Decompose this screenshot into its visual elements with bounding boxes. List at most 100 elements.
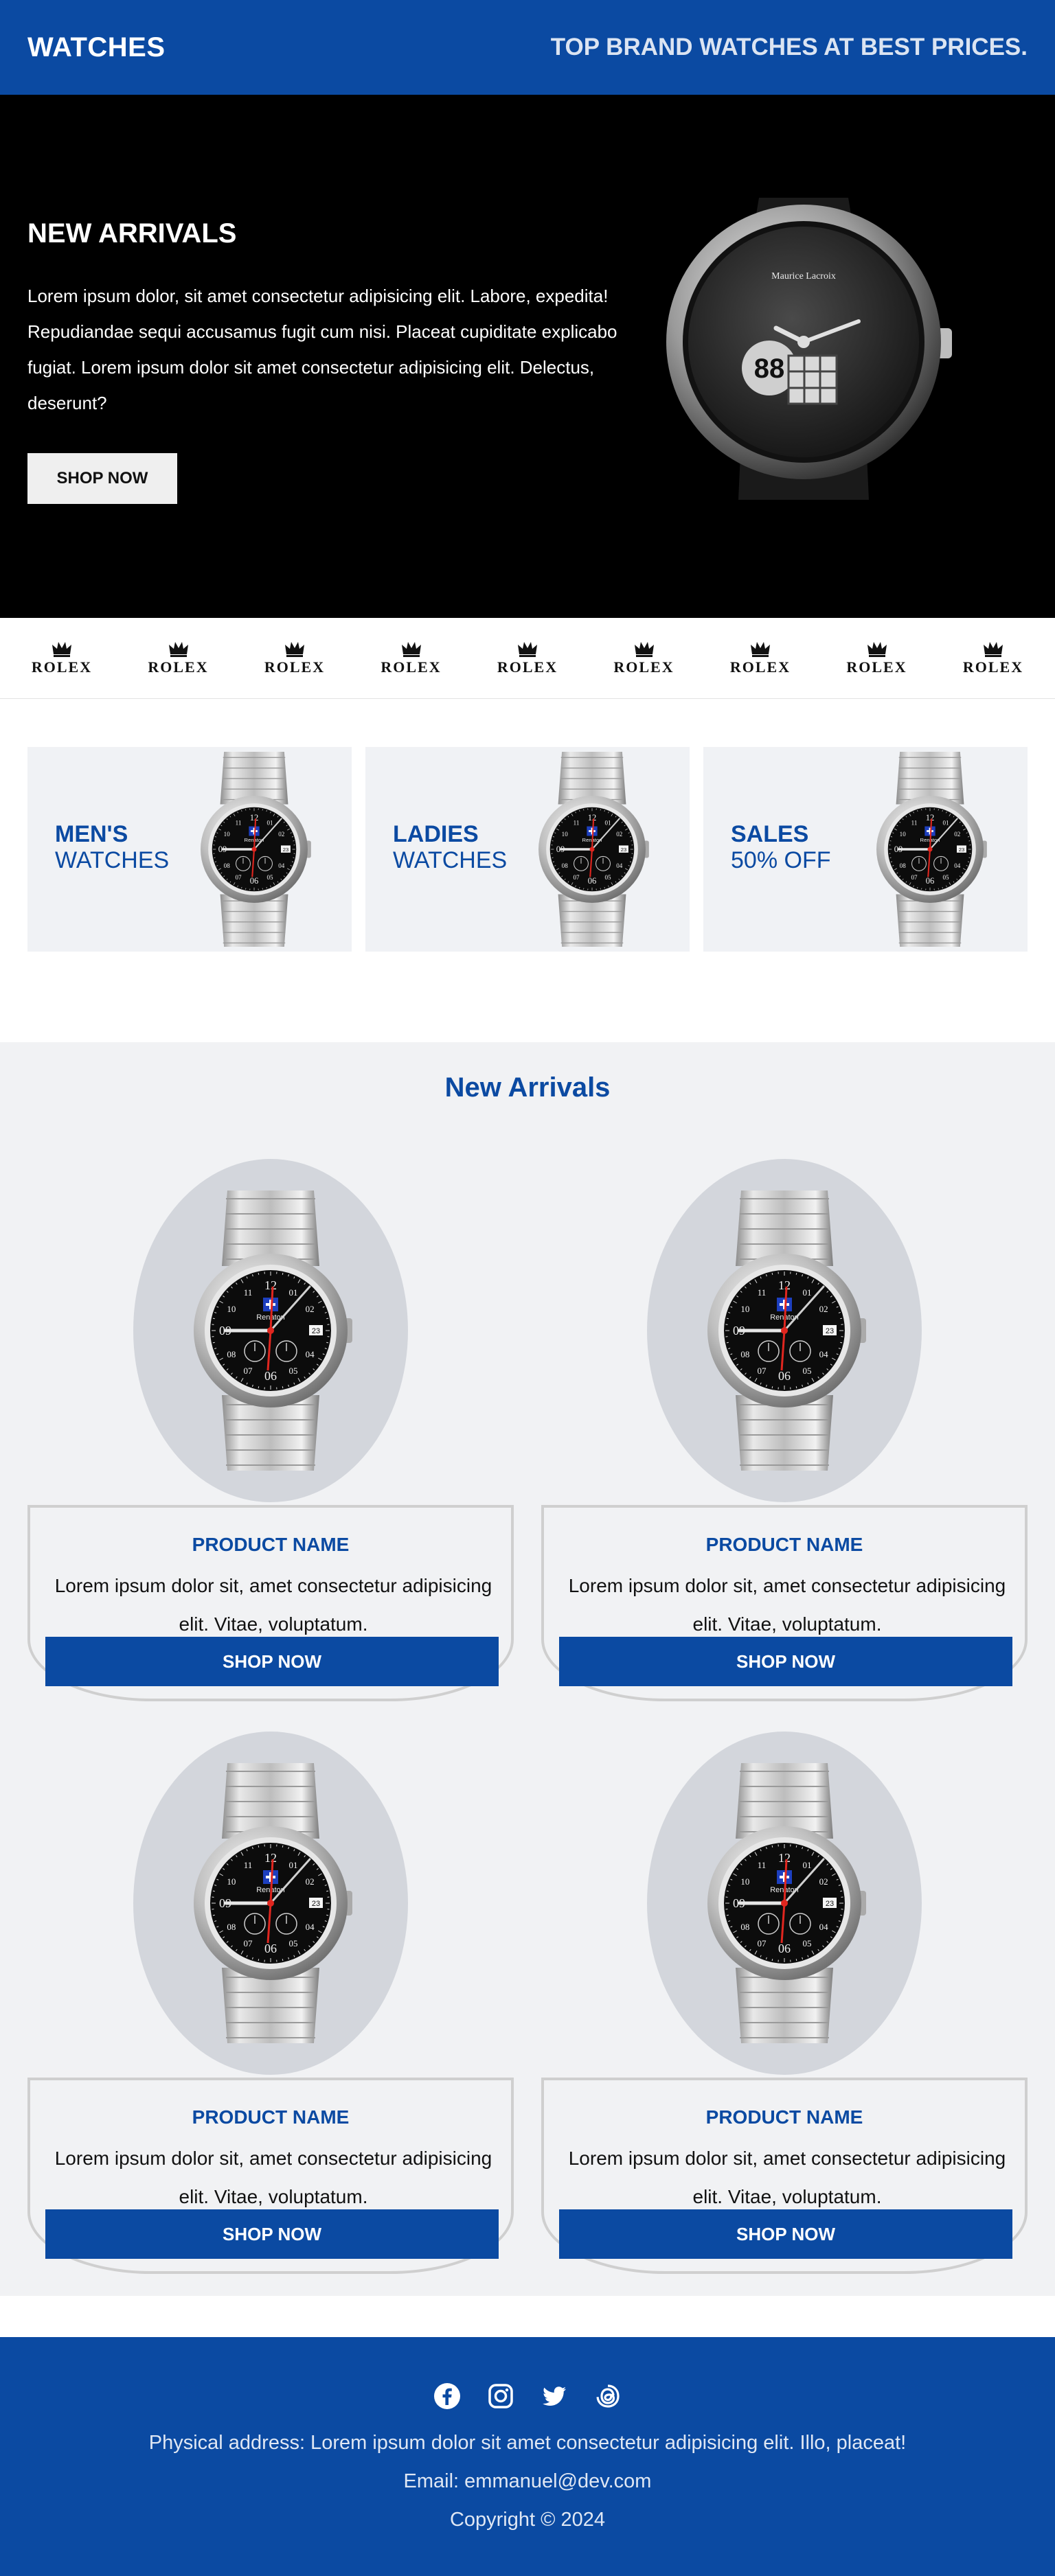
footer-address: Physical address: Lorem ipsum dolor sit … bbox=[148, 2432, 907, 2454]
category-card-ladies[interactable]: LADIES WATCHES 120102040506070809101123R… bbox=[365, 747, 690, 952]
brand-name: ROLEX bbox=[613, 658, 674, 676]
site-logo[interactable]: WATCHES bbox=[27, 32, 166, 63]
top-header: WATCHES TOP BRAND WATCHES AT BEST PRICES… bbox=[0, 0, 1055, 95]
header-tagline: TOP BRAND WATCHES AT BEST PRICES. bbox=[550, 34, 1028, 60]
svg-text:05: 05 bbox=[266, 874, 273, 881]
crown-icon bbox=[401, 641, 421, 657]
category-title-line1: SALES bbox=[731, 821, 809, 847]
svg-text:11: 11 bbox=[574, 819, 580, 826]
svg-text:01: 01 bbox=[604, 819, 611, 826]
svg-text:06: 06 bbox=[778, 1942, 791, 1955]
svg-text:04: 04 bbox=[819, 1922, 829, 1932]
hero-description: Lorem ipsum dolor, sit amet consectetur … bbox=[27, 286, 617, 413]
product-card: 120102040506070809101123Renaton PRODUCT … bbox=[27, 1732, 514, 2274]
product-name[interactable]: PRODUCT NAME bbox=[544, 1534, 1025, 1556]
product-description: Lorem ipsum dolor sit, amet consectetur … bbox=[568, 2148, 1006, 2207]
svg-text:05: 05 bbox=[803, 1366, 812, 1376]
product-image[interactable]: 120102040506070809101123Renaton bbox=[185, 1756, 356, 2050]
product-name[interactable]: PRODUCT NAME bbox=[544, 2106, 1025, 2128]
threads-icon[interactable] bbox=[594, 2382, 622, 2410]
facebook-icon[interactable] bbox=[433, 2382, 461, 2410]
svg-text:06: 06 bbox=[264, 1942, 277, 1955]
svg-text:01: 01 bbox=[266, 819, 273, 826]
product-description: Lorem ipsum dolor sit, amet consectetur … bbox=[54, 1575, 492, 1635]
svg-text:06: 06 bbox=[250, 876, 259, 886]
crown-icon bbox=[518, 641, 537, 657]
shop-now-button[interactable]: SHOP NOW bbox=[45, 2209, 499, 2259]
svg-text:05: 05 bbox=[289, 1938, 298, 1948]
category-card-mens[interactable]: MEN'S WATCHES 120102040506070809101123Re… bbox=[27, 747, 352, 952]
svg-text:01: 01 bbox=[289, 1287, 298, 1298]
svg-text:23: 23 bbox=[959, 847, 965, 853]
shop-now-button[interactable]: SHOP NOW bbox=[45, 1637, 499, 1686]
svg-text:02: 02 bbox=[306, 1304, 315, 1314]
crown-icon bbox=[867, 641, 887, 657]
site-footer: Physical address: Lorem ipsum dolor sit … bbox=[0, 2337, 1055, 2576]
hero-text: NEW ARRIVALS Lorem ipsum dolor, sit amet… bbox=[27, 218, 632, 421]
category-title-line1: LADIES bbox=[393, 821, 479, 847]
svg-text:23: 23 bbox=[312, 1327, 320, 1335]
product-card: 120102040506070809101123Renaton PRODUCT … bbox=[541, 1159, 1028, 1701]
svg-text:02: 02 bbox=[278, 831, 285, 838]
hero-shop-now-button[interactable]: SHOP NOW bbox=[27, 453, 177, 504]
hero-banner: NEW ARRIVALS Lorem ipsum dolor, sit amet… bbox=[0, 95, 1055, 618]
svg-text:08: 08 bbox=[900, 862, 907, 869]
brand-logo-rolex[interactable]: ROLEX bbox=[260, 641, 329, 676]
brand-name: ROLEX bbox=[31, 658, 93, 676]
svg-text:11: 11 bbox=[244, 1860, 253, 1870]
svg-text:06: 06 bbox=[778, 1369, 791, 1383]
brand-name: ROLEX bbox=[729, 658, 791, 676]
svg-text:08: 08 bbox=[740, 1922, 749, 1932]
brand-logo-rolex[interactable]: ROLEX bbox=[610, 641, 679, 676]
brand-logo-rolex[interactable]: ROLEX bbox=[959, 641, 1028, 676]
svg-text:04: 04 bbox=[819, 1349, 829, 1359]
svg-text:04: 04 bbox=[306, 1349, 315, 1359]
svg-text:07: 07 bbox=[758, 1366, 767, 1376]
svg-text:02: 02 bbox=[819, 1304, 828, 1314]
footer-copyright: Copyright © 2024 bbox=[449, 2509, 606, 2531]
brand-logo-rolex[interactable]: ROLEX bbox=[27, 641, 96, 676]
svg-text:11: 11 bbox=[758, 1287, 767, 1298]
product-image[interactable]: 120102040506070809101123Renaton bbox=[699, 1184, 870, 1477]
product-image[interactable]: 120102040506070809101123Renaton bbox=[185, 1184, 356, 1477]
svg-text:12: 12 bbox=[264, 1851, 277, 1865]
svg-text:12: 12 bbox=[264, 1278, 277, 1292]
brand-logo-rolex[interactable]: ROLEX bbox=[493, 641, 562, 676]
brand-logo-rolex[interactable]: ROLEX bbox=[726, 641, 795, 676]
svg-text:08: 08 bbox=[740, 1349, 749, 1359]
svg-text:11: 11 bbox=[236, 819, 242, 826]
svg-text:10: 10 bbox=[224, 831, 231, 838]
svg-text:12: 12 bbox=[588, 813, 597, 823]
product-info: PRODUCT NAME Lorem ipsum dolor sit, amet… bbox=[541, 1505, 1028, 1701]
product-name[interactable]: PRODUCT NAME bbox=[30, 1534, 511, 1556]
product-info: PRODUCT NAME Lorem ipsum dolor sit, amet… bbox=[541, 2078, 1028, 2274]
svg-text:88: 88 bbox=[754, 354, 785, 384]
brand-name: ROLEX bbox=[497, 658, 558, 676]
twitter-icon[interactable] bbox=[541, 2382, 568, 2410]
crown-icon bbox=[168, 641, 188, 657]
svg-text:23: 23 bbox=[826, 1327, 834, 1335]
svg-text:10: 10 bbox=[227, 1876, 236, 1887]
svg-text:10: 10 bbox=[900, 831, 907, 838]
svg-text:04: 04 bbox=[278, 862, 285, 869]
brand-logo-rolex[interactable]: ROLEX bbox=[843, 641, 911, 676]
product-name[interactable]: PRODUCT NAME bbox=[30, 2106, 511, 2128]
shop-now-button[interactable]: SHOP NOW bbox=[559, 1637, 1012, 1686]
svg-text:10: 10 bbox=[562, 831, 569, 838]
watch-image: 120102040506070809101123Renaton bbox=[201, 751, 311, 947]
product-image[interactable]: 120102040506070809101123Renaton bbox=[699, 1756, 870, 2050]
svg-text:07: 07 bbox=[235, 874, 242, 881]
brand-logo-rolex[interactable]: ROLEX bbox=[377, 641, 446, 676]
watch-image: 120102040506070809101123Renaton bbox=[876, 751, 987, 947]
svg-text:23: 23 bbox=[283, 847, 289, 853]
brand-logo-rolex[interactable]: ROLEX bbox=[144, 641, 213, 676]
svg-text:01: 01 bbox=[289, 1860, 298, 1870]
category-card-sales[interactable]: SALES 50% OFF 120102040506070809101123Re… bbox=[703, 747, 1028, 952]
shop-now-button[interactable]: SHOP NOW bbox=[559, 2209, 1012, 2259]
footer-email[interactable]: Email: emmanuel@dev.com bbox=[0, 2470, 1055, 2493]
crown-icon bbox=[52, 641, 71, 657]
instagram-icon[interactable] bbox=[487, 2382, 514, 2410]
svg-text:04: 04 bbox=[306, 1922, 315, 1932]
crown-icon bbox=[634, 641, 654, 657]
product-description: Lorem ipsum dolor sit, amet consectetur … bbox=[568, 1575, 1006, 1635]
